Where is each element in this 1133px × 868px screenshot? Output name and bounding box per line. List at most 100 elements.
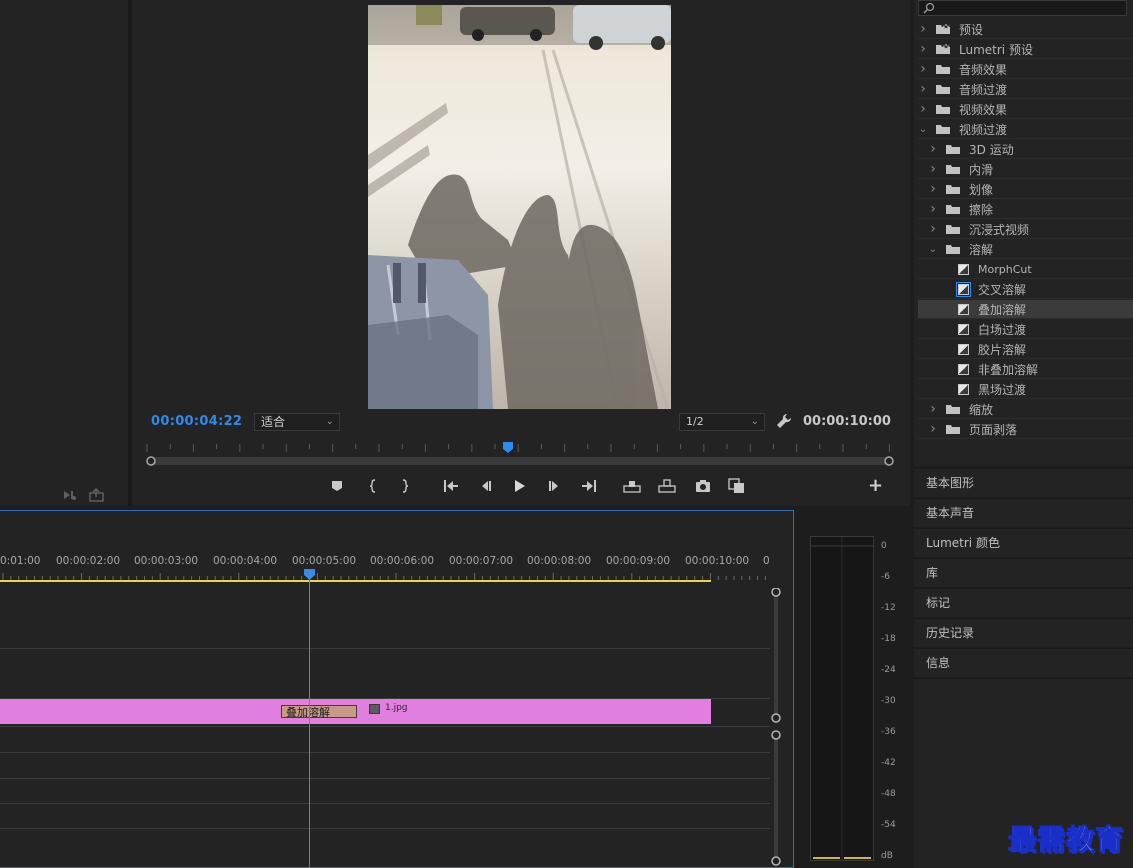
- source-bottom-icons: [62, 488, 108, 502]
- collapsed-panel-tab[interactable]: 标记: [914, 588, 1133, 617]
- chevron-right-icon[interactable]: ›: [928, 221, 938, 237]
- go-to-in-button[interactable]: [441, 477, 461, 495]
- effects-search-input[interactable]: [918, 0, 1127, 16]
- mark-in-button[interactable]: [363, 477, 383, 495]
- go-to-out-button[interactable]: [579, 477, 599, 495]
- effects-tree-item[interactable]: 黑场过渡: [918, 380, 1133, 399]
- fit-zoom-dropdown[interactable]: 适合 ⌄: [254, 413, 340, 431]
- db-scale-label: -18: [881, 634, 896, 644]
- chevron-right-icon[interactable]: ›: [928, 401, 938, 417]
- effects-tree-item[interactable]: 非叠加溶解: [918, 360, 1133, 379]
- lift-button[interactable]: [622, 477, 642, 495]
- wrench-icon[interactable]: [776, 413, 792, 429]
- effects-tree-item[interactable]: › 擦除: [918, 200, 1133, 219]
- chevron-right-icon[interactable]: ›: [918, 41, 928, 57]
- chevron-down-icon[interactable]: ⌄: [918, 124, 928, 135]
- playhead-marker[interactable]: [503, 442, 513, 453]
- comparison-view-icon: [734, 483, 744, 493]
- effects-tree-item[interactable]: › 3D 运动: [918, 140, 1133, 159]
- effects-tree-label: 交叉溶解: [978, 282, 1027, 297]
- timeline-ruler[interactable]: [0, 571, 770, 583]
- play-button[interactable]: [509, 477, 529, 495]
- folder-icon: [946, 225, 960, 234]
- transition-clip[interactable]: 叠加溶解: [281, 705, 357, 719]
- effects-tree-label: 擦除: [969, 202, 994, 217]
- track-divider: [0, 803, 770, 804]
- db-scale-label: -6: [881, 572, 890, 582]
- step-forward-button[interactable]: [545, 477, 565, 495]
- playhead-line[interactable]: [309, 572, 310, 868]
- transition-effect-icon: [956, 281, 971, 297]
- effects-tree-item[interactable]: 交叉溶解: [918, 280, 1133, 299]
- effects-tree-item[interactable]: 白场过渡: [918, 320, 1133, 339]
- effects-tree-item[interactable]: › 内滑: [918, 160, 1133, 179]
- zoom-handle-left[interactable]: [146, 456, 156, 466]
- db-scale-label: -12: [881, 603, 896, 613]
- track-divider: [0, 648, 770, 649]
- zoom-handle-right[interactable]: [884, 456, 894, 466]
- collapsed-panel-tab[interactable]: 历史记录: [914, 618, 1133, 647]
- chevron-down-icon: ⌄: [325, 416, 334, 427]
- timeline-tracks[interactable]: [0, 584, 770, 868]
- collapsed-panel-tab[interactable]: 信息: [914, 648, 1133, 677]
- track-divider: [0, 726, 770, 727]
- folder-icon: [936, 125, 950, 134]
- effects-tree-item[interactable]: MorphCut: [918, 260, 1133, 279]
- insert-audio-icon[interactable]: [64, 491, 76, 500]
- collapsed-panel-tab[interactable]: 库: [914, 558, 1133, 587]
- export-frame-button[interactable]: [693, 477, 713, 495]
- collapsed-panel-tab[interactable]: 基本声音: [914, 498, 1133, 527]
- chevron-down-icon: ⌄: [750, 416, 759, 427]
- ruler-time-label: 00:00:05:00: [292, 555, 357, 567]
- timeline-ruler-labels[interactable]: 0:01:00 00:00:02:00 00:00:03:00 00:00:04:00…: [0, 555, 780, 569]
- monitor-time-ruler[interactable]: [145, 440, 895, 470]
- fit-zoom-value: 适合: [261, 415, 286, 429]
- transition-effect-icon: [958, 383, 969, 395]
- effects-tree-item[interactable]: 叠加溶解: [918, 300, 1133, 319]
- export-frame-icon[interactable]: [89, 488, 104, 502]
- timeline-vertical-scrollbar[interactable]: [771, 588, 781, 868]
- effects-tree-item[interactable]: › 缩放: [918, 400, 1133, 419]
- effects-tree-item[interactable]: ⌄ 视频过渡: [918, 120, 1133, 139]
- effects-tree-item[interactable]: › 音频过渡: [918, 80, 1133, 99]
- ruler-ticks: [146, 444, 890, 452]
- chevron-down-icon[interactable]: ⌄: [928, 244, 938, 255]
- chevron-right-icon[interactable]: ›: [918, 61, 928, 77]
- effects-tree-label: 内滑: [969, 162, 994, 177]
- chevron-right-icon[interactable]: ›: [928, 181, 938, 197]
- playback-resolution-dropdown[interactable]: 1/2 ⌄: [679, 413, 765, 431]
- chevron-right-icon[interactable]: ›: [918, 101, 928, 117]
- effects-tree-item[interactable]: › 划像: [918, 180, 1133, 199]
- effects-tree-item[interactable]: › 视频效果: [918, 100, 1133, 119]
- effects-tree-item[interactable]: › 页面剥落: [918, 420, 1133, 439]
- effects-tree-item[interactable]: ⌄ 溶解: [918, 240, 1133, 259]
- current-timecode[interactable]: 00:00:04:22: [151, 414, 242, 429]
- mark-out-button[interactable]: [395, 477, 415, 495]
- chevron-right-icon[interactable]: ›: [918, 81, 928, 97]
- folder-icon: [946, 185, 960, 194]
- collapsed-panel-tab[interactable]: 基本图形: [914, 468, 1133, 497]
- collapsed-panel-tab[interactable]: Lumetri 颜色: [914, 528, 1133, 557]
- extract-button[interactable]: [657, 477, 677, 495]
- video-preview[interactable]: [368, 5, 671, 409]
- chevron-right-icon[interactable]: ›: [928, 161, 938, 177]
- chevron-right-icon[interactable]: ›: [928, 201, 938, 217]
- ruler-time-label: 00:00:04:00: [213, 555, 278, 567]
- effects-tree-item[interactable]: › Lumetri 预设: [918, 40, 1133, 59]
- step-back-button[interactable]: [475, 477, 495, 495]
- effects-tree-item[interactable]: › 预设: [918, 20, 1133, 39]
- chevron-right-icon[interactable]: ›: [928, 421, 938, 437]
- add-marker-button[interactable]: [327, 477, 347, 495]
- lift-icon: [629, 481, 635, 487]
- effects-tree-label: 非叠加溶解: [978, 362, 1039, 377]
- clip-name: 1.jpg: [385, 703, 408, 713]
- playhead-handle[interactable]: [304, 569, 315, 580]
- effects-tree-item[interactable]: › 音频效果: [918, 60, 1133, 79]
- button-editor-add-button[interactable]: +: [868, 477, 883, 495]
- effects-tree-item[interactable]: 胶片溶解: [918, 340, 1133, 359]
- effects-tree-label: 叠加溶解: [978, 302, 1027, 317]
- comparison-view-button[interactable]: [727, 477, 747, 495]
- effects-tree-item[interactable]: › 沉浸式视频: [918, 220, 1133, 239]
- chevron-right-icon[interactable]: ›: [928, 141, 938, 157]
- chevron-right-icon[interactable]: ›: [918, 21, 928, 37]
